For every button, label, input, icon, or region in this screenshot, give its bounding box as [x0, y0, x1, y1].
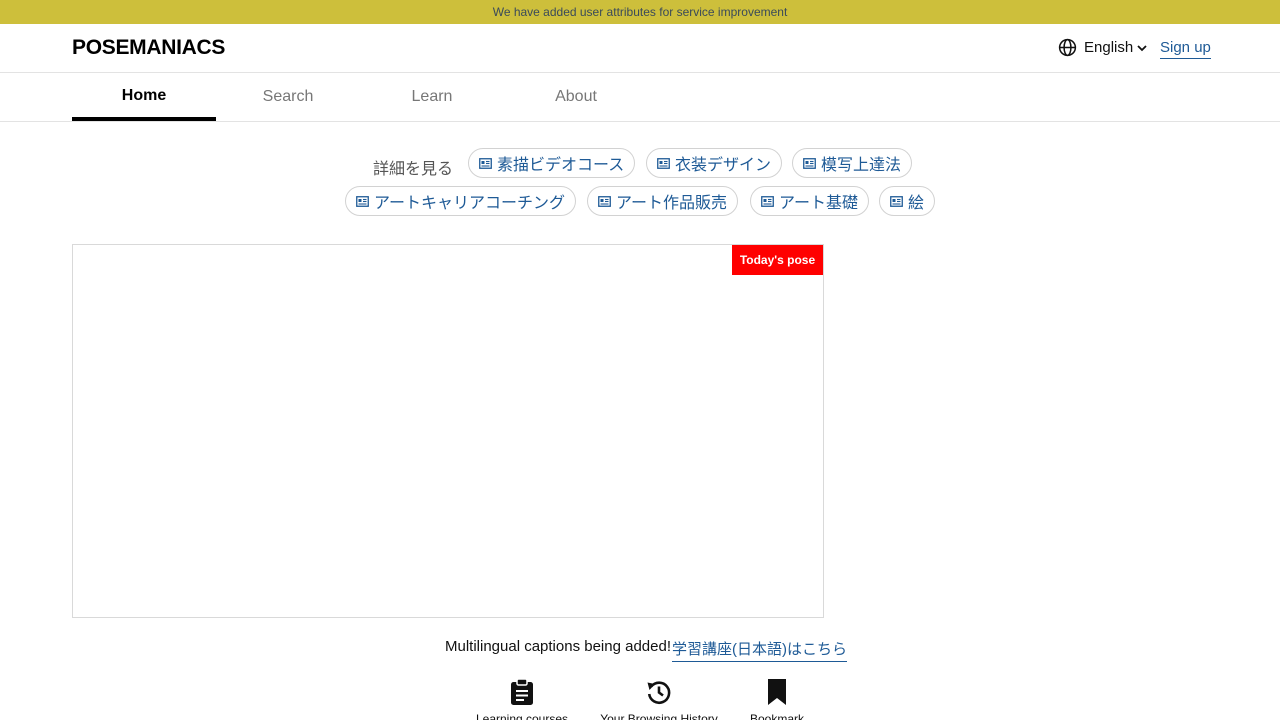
clipboard-icon [511, 678, 533, 705]
language-selector[interactable]: English [1058, 38, 1148, 57]
chip-label: 素描ビデオコース [497, 157, 625, 174]
history-icon [647, 681, 671, 704]
chip-label: 絵 [908, 195, 925, 212]
announcement-banner: We have added user attributes for servic… [0, 0, 1280, 24]
language-label: English [1084, 39, 1134, 56]
chip-art-basics[interactable]: アート基礎 [750, 186, 870, 216]
browsing-history-button[interactable]: Your Browsing History [594, 678, 724, 720]
action-label: Learning courses [475, 712, 569, 720]
chip-art-sales[interactable]: アート作品販売 [587, 186, 739, 216]
see-more-label: 詳細を見る [373, 161, 454, 178]
globe-icon [1058, 38, 1077, 57]
chip-sketch-video-course[interactable]: 素描ビデオコース [468, 148, 636, 178]
newspaper-icon [598, 195, 611, 207]
chip-art-career-coaching[interactable]: アートキャリアコーチング [345, 186, 577, 216]
tab-home[interactable]: Home [72, 73, 216, 121]
todays-pose-badge: Today's pose [732, 245, 823, 275]
todays-pose-viewer[interactable]: Today's pose [72, 244, 824, 618]
newspaper-icon [761, 195, 774, 207]
sign-up-link[interactable]: Sign up [1160, 39, 1211, 59]
chip-picture[interactable]: 絵 [879, 186, 936, 216]
site-header: POSEMANIACS English Sign up [0, 24, 1280, 73]
chip-copying-method[interactable]: 模写上達法 [792, 148, 913, 178]
newspaper-icon [657, 157, 670, 169]
caption-notice: Multilingual captions being added! [445, 638, 671, 655]
chip-label: 衣装デザイン [675, 157, 772, 174]
main-nav: Home Search Learn About [0, 73, 1280, 122]
bookmark-icon [768, 679, 786, 705]
learning-courses-button[interactable]: Learning courses [466, 678, 578, 720]
site-logo[interactable]: POSEMANIACS [72, 36, 225, 60]
japanese-course-link[interactable]: 学習講座(日本語)はこちら [672, 638, 847, 662]
action-label: Your Browsing History [600, 712, 718, 720]
chip-label: アートキャリアコーチング [374, 195, 566, 212]
newspaper-icon [356, 195, 369, 207]
chip-label: アート作品販売 [616, 195, 728, 212]
tab-search[interactable]: Search [216, 73, 360, 121]
action-label: Bookmark [749, 712, 805, 720]
newspaper-icon [479, 157, 492, 169]
chip-costume-design[interactable]: 衣装デザイン [646, 148, 783, 178]
tab-about[interactable]: About [504, 73, 648, 121]
chip-label: 模写上達法 [821, 157, 902, 174]
chip-label: アート基礎 [779, 195, 859, 212]
chevron-down-icon [1137, 44, 1147, 51]
bookmark-button[interactable]: Bookmark [740, 678, 814, 720]
tab-learn[interactable]: Learn [360, 73, 504, 121]
newspaper-icon [803, 157, 816, 169]
banner-text: We have added user attributes for servic… [492, 5, 788, 19]
newspaper-icon [890, 195, 903, 207]
